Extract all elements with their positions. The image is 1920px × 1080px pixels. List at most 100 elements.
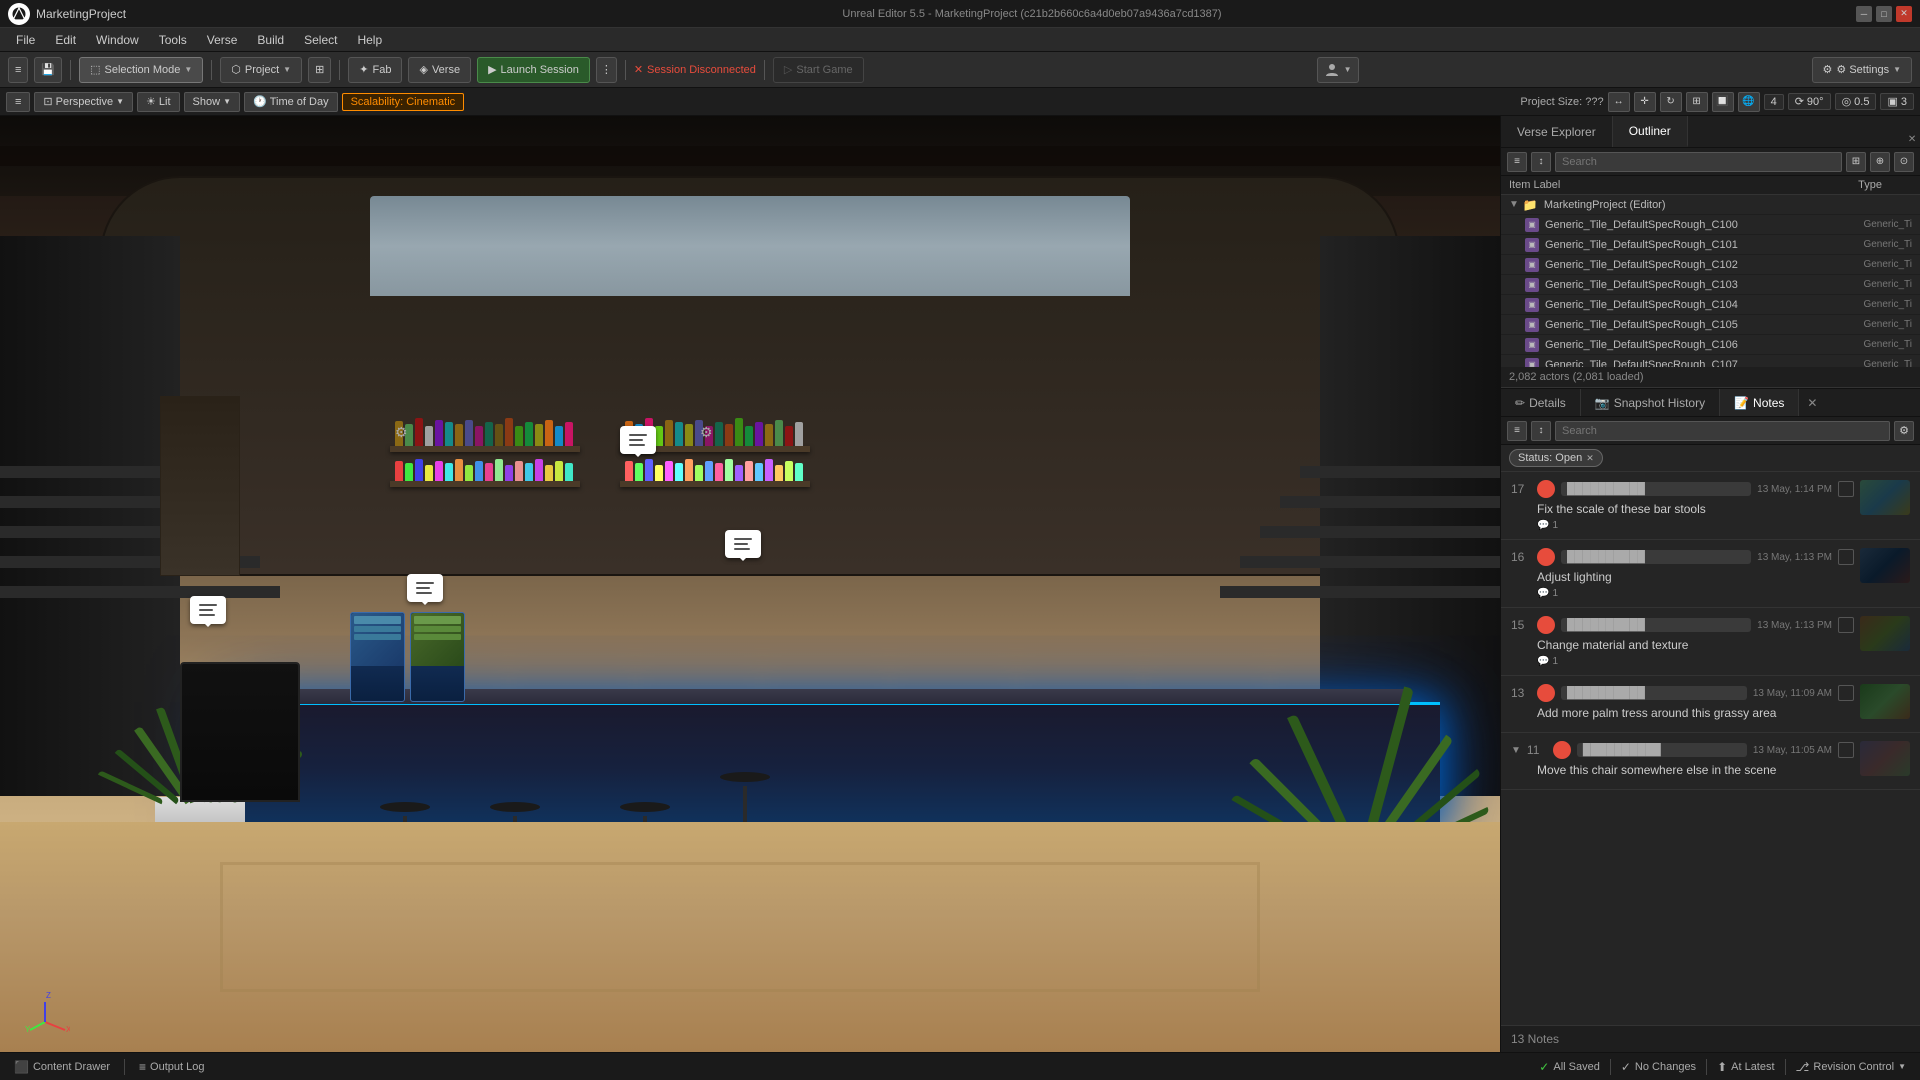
hamburger-vp-button[interactable]: ≡ <box>6 92 30 112</box>
list-item[interactable]: 17 ██████████ 13 May, 1:14 PM Fix the sc… <box>1501 472 1920 540</box>
note-row: ▼ 11 ██████████ 13 May, 11:05 AM Move th… <box>1511 741 1910 781</box>
settings-button[interactable]: ⚙ ⚙ Settings ▼ <box>1812 57 1912 83</box>
note-user: ██████████ <box>1577 743 1747 757</box>
notes-filter-btn[interactable]: ≡ <box>1507 421 1527 441</box>
fab-button[interactable]: ✦ Fab <box>348 57 402 83</box>
revision-control-status[interactable]: ⎇ Revision Control ▼ <box>1790 1058 1912 1076</box>
launch-session-button[interactable]: ▶ Launch Session <box>477 57 590 83</box>
project-button[interactable]: ⬡ Project ▼ <box>220 57 302 83</box>
notes-sort-btn[interactable]: ↕ <box>1531 421 1551 441</box>
table-row[interactable]: ▣ Generic_Tile_DefaultSpecRough_C104 Gen… <box>1501 295 1920 315</box>
table-row[interactable]: ▣ Generic_Tile_DefaultSpecRough_C100 Gen… <box>1501 215 1920 235</box>
save-button[interactable]: 💾 <box>34 57 62 83</box>
table-row[interactable]: ▣ Generic_Tile_DefaultSpecRough_C106 Gen… <box>1501 335 1920 355</box>
outliner-extra-btn-1[interactable]: ⊞ <box>1846 152 1866 172</box>
table-row[interactable]: ▣ Generic_Tile_DefaultSpecRough_C103 Gen… <box>1501 275 1920 295</box>
note-resolve-checkbox[interactable] <box>1838 685 1854 701</box>
comment-marker-2[interactable] <box>407 574 443 602</box>
minimize-button[interactable]: ─ <box>1856 6 1872 22</box>
menu-build[interactable]: Build <box>249 31 292 49</box>
verse-button[interactable]: ◈ Verse <box>408 57 471 83</box>
user-icon-button[interactable]: ▼ <box>1317 57 1359 83</box>
note-resolve-checkbox[interactable] <box>1838 742 1854 758</box>
tab-notes[interactable]: 📝 Notes <box>1720 389 1799 416</box>
tab-outliner[interactable]: Outliner <box>1613 116 1688 147</box>
avatar <box>1537 616 1555 634</box>
item-name: Generic_Tile_DefaultSpecRough_C102 <box>1545 259 1852 271</box>
note-text: Adjust lighting <box>1511 570 1854 584</box>
menu-window[interactable]: Window <box>88 31 147 49</box>
close-bottom-panel[interactable]: ✕ <box>1799 392 1825 414</box>
screen-icon: ▣ <box>1887 95 1897 108</box>
content-drawer-button[interactable]: ⬛ Content Drawer <box>8 1058 116 1076</box>
status-sep-4 <box>1785 1059 1786 1075</box>
outliner-extra-btn-2[interactable]: ⊕ <box>1870 152 1890 172</box>
selection-mode-button[interactable]: ⬚ Selection Mode ▼ <box>79 57 203 83</box>
show-button[interactable]: Show ▼ <box>184 92 240 112</box>
launch-icon: ▶ <box>488 63 496 76</box>
outliner-root-item[interactable]: ▼ 📁 MarketingProject (Editor) <box>1501 195 1920 215</box>
list-item[interactable]: 16 ██████████ 13 May, 1:13 PM Adjust lig… <box>1501 540 1920 608</box>
list-item[interactable]: 15 ██████████ 13 May, 1:13 PM Change mat… <box>1501 608 1920 676</box>
more-options-button[interactable]: ⋮ <box>596 57 617 83</box>
comment-marker-4[interactable] <box>725 530 761 558</box>
maximize-button[interactable]: □ <box>1876 6 1892 22</box>
tab-verse-explorer[interactable]: Verse Explorer <box>1501 116 1613 147</box>
note-resolve-checkbox[interactable] <box>1838 481 1854 497</box>
at-latest-status[interactable]: ⬆ At Latest <box>1711 1058 1780 1076</box>
comment-marker-1[interactable] <box>190 596 226 624</box>
no-changes-status[interactable]: ✓ No Changes <box>1615 1058 1702 1076</box>
table-row[interactable]: ▣ Generic_Tile_DefaultSpecRough_C107 Gen… <box>1501 355 1920 367</box>
close-panel-button[interactable]: ✕ <box>1904 131 1920 147</box>
world-tool[interactable]: 🌐 <box>1738 92 1760 112</box>
expand-icon[interactable]: ▼ <box>1511 745 1521 756</box>
menu-file[interactable]: File <box>8 31 43 49</box>
start-game-button[interactable]: ▷ Start Game <box>773 57 864 83</box>
comment-marker-3[interactable] <box>620 426 656 454</box>
scale-tool[interactable]: ⊞ <box>1686 92 1708 112</box>
viewport[interactable]: ⚙ ⚙ X Y Z <box>0 116 1500 1052</box>
hamburger-button[interactable]: ≡ <box>8 57 28 83</box>
outliner-extra-btn-3[interactable]: ⊙ <box>1894 152 1914 172</box>
menu-edit[interactable]: Edit <box>47 31 84 49</box>
table-row[interactable]: ▣ Generic_Tile_DefaultSpecRough_C101 Gen… <box>1501 235 1920 255</box>
menu-verse[interactable]: Verse <box>199 31 246 49</box>
outliner-search-input[interactable] <box>1555 152 1842 172</box>
root-item-name: MarketingProject (Editor) <box>1544 199 1912 211</box>
list-item[interactable]: ▼ 11 ██████████ 13 May, 11:05 AM Move th… <box>1501 733 1920 790</box>
menu-tools[interactable]: Tools <box>151 31 195 49</box>
table-row[interactable]: ▣ Generic_Tile_DefaultSpecRough_C105 Gen… <box>1501 315 1920 335</box>
time-of-day-button[interactable]: 🕐 Time of Day <box>244 92 338 112</box>
tab-details[interactable]: ✏ Details <box>1501 389 1581 416</box>
list-item[interactable]: 13 ██████████ 13 May, 11:09 AM Add more … <box>1501 676 1920 733</box>
menu-select[interactable]: Select <box>296 31 345 49</box>
status-open-badge[interactable]: Status: Open ✕ <box>1509 449 1603 467</box>
perspective-button[interactable]: ⊡ Perspective ▼ <box>34 92 133 112</box>
rotate-tool[interactable]: ↻ <box>1660 92 1682 112</box>
toolbar-separator-4 <box>625 60 626 80</box>
remove-filter-icon[interactable]: ✕ <box>1586 453 1594 464</box>
note-resolve-checkbox[interactable] <box>1838 617 1854 633</box>
close-button[interactable]: ✕ <box>1896 6 1912 22</box>
outliner-filter-btn[interactable]: ≡ <box>1507 152 1527 172</box>
scalability-badge[interactable]: Scalability: Cinematic <box>342 93 465 111</box>
move-tool[interactable]: ✛ <box>1634 92 1656 112</box>
menu-help[interactable]: Help <box>349 31 390 49</box>
translate-tool[interactable]: ↔ <box>1608 92 1630 112</box>
note-thumbnail <box>1860 616 1910 651</box>
note-resolve-checkbox[interactable] <box>1838 549 1854 565</box>
item-name: Generic_Tile_DefaultSpecRough_C104 <box>1545 299 1852 311</box>
outliner-sort-btn[interactable]: ↕ <box>1531 152 1551 172</box>
snap-tool[interactable]: 🔲 <box>1712 92 1734 112</box>
lit-button[interactable]: ☀ Lit <box>137 92 180 112</box>
notes-search-input[interactable] <box>1555 421 1890 441</box>
grid-button[interactable]: ⊞ <box>308 57 331 83</box>
tab-snapshot-history[interactable]: 📷 Snapshot History <box>1581 389 1720 416</box>
show-label: Show <box>193 96 221 108</box>
all-saved-status[interactable]: ✓ All Saved <box>1533 1058 1606 1076</box>
camera-speed[interactable]: 4 <box>1764 94 1784 110</box>
project-label: Project <box>245 64 279 76</box>
notes-settings-button[interactable]: ⚙ <box>1894 421 1914 441</box>
output-log-button[interactable]: ≡ Output Log <box>133 1058 210 1076</box>
table-row[interactable]: ▣ Generic_Tile_DefaultSpecRough_C102 Gen… <box>1501 255 1920 275</box>
